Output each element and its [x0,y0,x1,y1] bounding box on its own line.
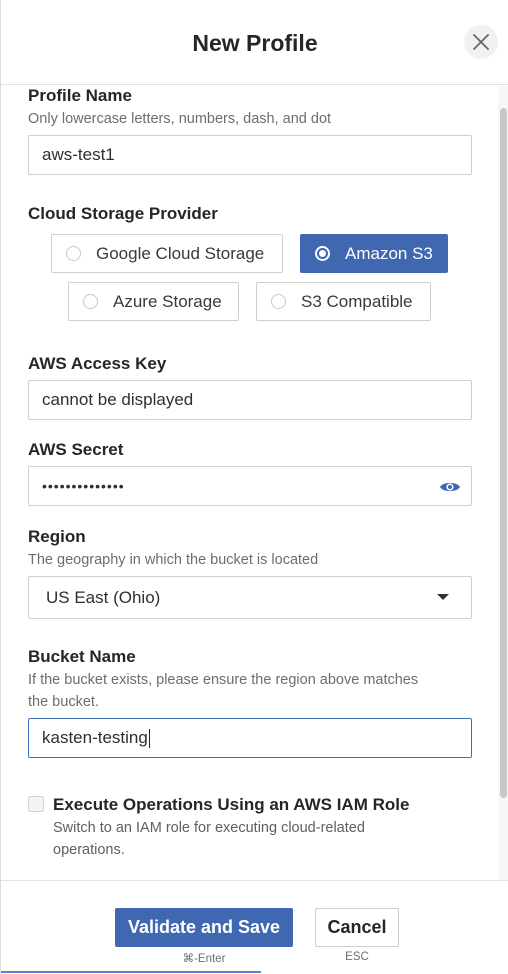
secret-label: AWS Secret [28,440,124,459]
progress-underline [1,971,261,973]
secret-input[interactable]: •••••••••••••• [28,466,472,506]
page-title: New Profile [192,30,318,56]
access-key-value: cannot be displayed [42,390,194,409]
close-icon [473,34,489,50]
profile-name-label: Profile Name [28,86,132,105]
access-key-input[interactable]: cannot be displayed [28,380,472,420]
iam-role-help-line-1: Switch to an IAM role for executing clou… [53,820,365,836]
bucket-name-value: kasten-testing [42,728,148,747]
provider-option-azure[interactable]: Azure Storage [68,282,239,321]
bucket-name-label: Bucket Name [28,647,136,666]
access-key-label: AWS Access Key [28,354,167,373]
profile-name-input[interactable]: aws-test1 [28,135,472,175]
iam-role-checkbox[interactable] [28,796,44,812]
caret-down-icon [437,594,449,600]
cancel-shortcut-hint: ESC [345,951,369,963]
provider-option-label: Google Cloud Storage [96,243,265,263]
reveal-secret-button[interactable] [438,477,462,497]
form-scroll-area: Profile Name Only lowercase letters, num… [1,86,508,880]
provider-option-amazon-s3[interactable]: Amazon S3 [300,234,448,273]
iam-role-label: Execute Operations Using an AWS IAM Role [53,795,410,814]
secret-value: •••••••••••••• [42,478,125,494]
region-select[interactable]: US East (Ohio) [28,576,472,619]
eye-icon [440,482,460,492]
save-shortcut-hint: ⌘-Enter [182,953,226,965]
cancel-button[interactable]: Cancel [315,908,399,947]
bucket-help-line-1: If the bucket exists, please ensure the … [28,672,419,688]
cloud-provider-label: Cloud Storage Provider [28,204,218,223]
close-button[interactable] [464,25,498,59]
profile-name-value: aws-test1 [42,145,115,164]
validate-and-save-button[interactable]: Validate and Save [115,908,293,947]
bucket-help-line-2: the bucket. [28,694,99,710]
region-label: Region [28,527,86,546]
panel-footer: Validate and Save ⌘-Enter Cancel ESC [1,880,508,974]
provider-option-label: Azure Storage [113,291,222,311]
radio-circle-icon [271,294,286,309]
bucket-name-input[interactable]: kasten-testing [28,718,472,758]
provider-option-label: Amazon S3 [345,243,433,263]
panel-header: New Profile [1,0,508,85]
profile-name-help: Only lowercase letters, numbers, dash, a… [28,111,332,127]
radio-circle-icon [83,294,98,309]
region-help: The geography in which the bucket is loc… [28,552,319,568]
provider-option-google[interactable]: Google Cloud Storage [51,234,283,273]
radio-selected-icon [315,246,330,261]
region-value: US East (Ohio) [46,587,161,607]
text-cursor [148,728,150,748]
scrollbar-thumb[interactable] [500,108,507,798]
provider-option-label: S3 Compatible [301,291,413,311]
provider-option-s3-compatible[interactable]: S3 Compatible [256,282,431,321]
new-profile-panel: New Profile Profile Name Only lowercase … [0,0,508,974]
iam-role-help-line-2: operations. [53,842,125,858]
radio-circle-icon [66,246,81,261]
